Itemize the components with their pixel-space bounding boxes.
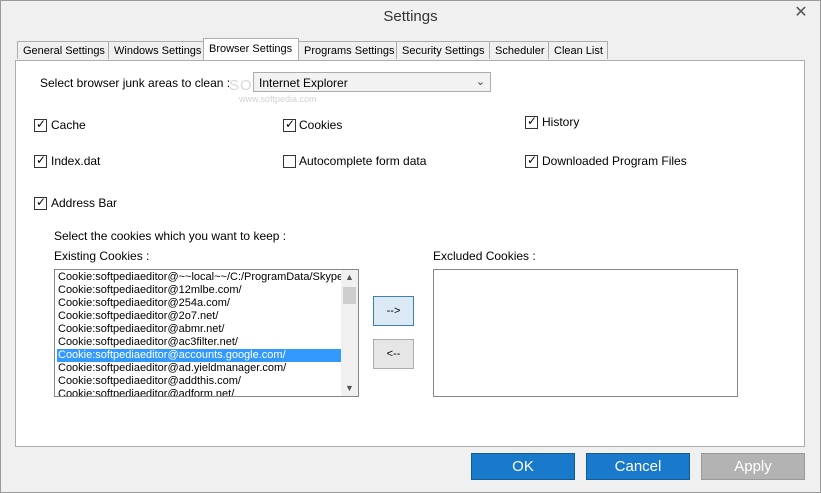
indexdat-label: Index.dat	[51, 154, 101, 168]
tab-security-settings[interactable]: Security Settings	[396, 41, 490, 59]
checkmark-icon: ✓	[527, 114, 538, 128]
list-item[interactable]: Cookie:softpediaeditor@ad.yieldmanager.c…	[57, 362, 343, 375]
browser-select[interactable]: Internet Explorer ⌄	[253, 72, 491, 92]
excluded-cookies-list[interactable]	[433, 269, 738, 397]
tab-clean-list[interactable]: Clean List	[548, 41, 608, 59]
list-item-selected[interactable]: Cookie:softpediaeditor@accounts.google.c…	[57, 349, 343, 362]
ok-button[interactable]: OK	[471, 453, 575, 480]
list-item[interactable]: Cookie:softpediaeditor@254a.com/	[57, 297, 343, 310]
softpedia-watermark-url: www.softpedia.com	[239, 94, 317, 104]
move-left-button[interactable]: <--	[373, 339, 414, 369]
checkmark-icon: ✓	[285, 117, 296, 131]
indexdat-checkbox[interactable]: ✓	[34, 153, 47, 168]
tab-scheduler[interactable]: Scheduler	[489, 41, 549, 59]
existing-cookies-label: Existing Cookies :	[54, 249, 150, 263]
list-item[interactable]: Cookie:softpediaeditor@~~local~~/C:/Prog…	[57, 271, 343, 284]
browser-select-value: Internet Explorer	[259, 76, 348, 90]
autocomplete-checkbox[interactable]	[283, 155, 296, 168]
checkmark-icon: ✓	[36, 117, 47, 131]
address-bar-label: Address Bar	[51, 196, 118, 210]
cache-label: Cache	[51, 118, 86, 132]
autocomplete-label: Autocomplete form data	[299, 154, 427, 168]
tab-general-settings[interactable]: General Settings	[17, 41, 109, 59]
scroll-thumb[interactable]	[343, 287, 356, 304]
cookies-label: Cookies	[299, 118, 343, 132]
history-checkbox[interactable]: ✓	[525, 114, 538, 129]
address-bar-checkbox[interactable]: ✓	[34, 195, 47, 210]
tab-browser-settings[interactable]: Browser Settings	[203, 38, 299, 60]
list-item[interactable]: Cookie:softpediaeditor@addthis.com/	[57, 375, 343, 388]
move-right-button[interactable]: -->	[373, 296, 414, 326]
checkmark-icon: ✓	[527, 153, 538, 167]
browser-select-label: Select browser junk areas to clean :	[40, 76, 231, 90]
apply-button[interactable]: Apply	[701, 453, 805, 480]
list-item[interactable]: Cookie:softpediaeditor@ac3filter.net/	[57, 336, 343, 349]
tab-programs-settings[interactable]: Programs Settings	[298, 41, 397, 59]
chevron-down-icon: ⌄	[475, 76, 485, 88]
scroll-down-icon[interactable]: ▼	[341, 381, 358, 396]
close-icon[interactable]: ✕	[790, 4, 812, 22]
list-item[interactable]: Cookie:softpediaeditor@abmr.net/	[57, 323, 343, 336]
tab-windows-settings[interactable]: Windows Settings	[108, 41, 205, 59]
cookies-scrollbar[interactable]: ▲ ▼	[341, 270, 358, 396]
cancel-button[interactable]: Cancel	[586, 453, 690, 480]
downloaded-files-label: Downloaded Program Files	[542, 154, 687, 168]
excluded-cookies-label: Excluded Cookies :	[433, 249, 536, 263]
history-label: History	[542, 115, 580, 129]
existing-cookies-list[interactable]: Cookie:softpediaeditor@~~local~~/C:/Prog…	[54, 269, 359, 397]
cache-checkbox[interactable]: ✓	[34, 117, 47, 132]
window-title: Settings	[383, 8, 438, 25]
list-item[interactable]: Cookie:softpediaeditor@2o7.net/	[57, 310, 343, 323]
checkmark-icon: ✓	[36, 153, 47, 167]
checkmark-icon: ✓	[36, 195, 47, 209]
title-bar: Settings ✕	[1, 1, 820, 33]
cookies-prompt: Select the cookies which you want to kee…	[54, 229, 287, 243]
list-item[interactable]: Cookie:softpediaeditor@12mlbe.com/	[57, 284, 343, 297]
settings-window: Settings ✕ General Settings Windows Sett…	[0, 0, 821, 493]
scroll-up-icon[interactable]: ▲	[341, 270, 358, 285]
cookies-checkbox[interactable]: ✓	[283, 117, 296, 132]
list-item[interactable]: Cookie:softpediaeditor@adform.net/	[57, 388, 343, 396]
downloaded-files-checkbox[interactable]: ✓	[525, 153, 538, 168]
